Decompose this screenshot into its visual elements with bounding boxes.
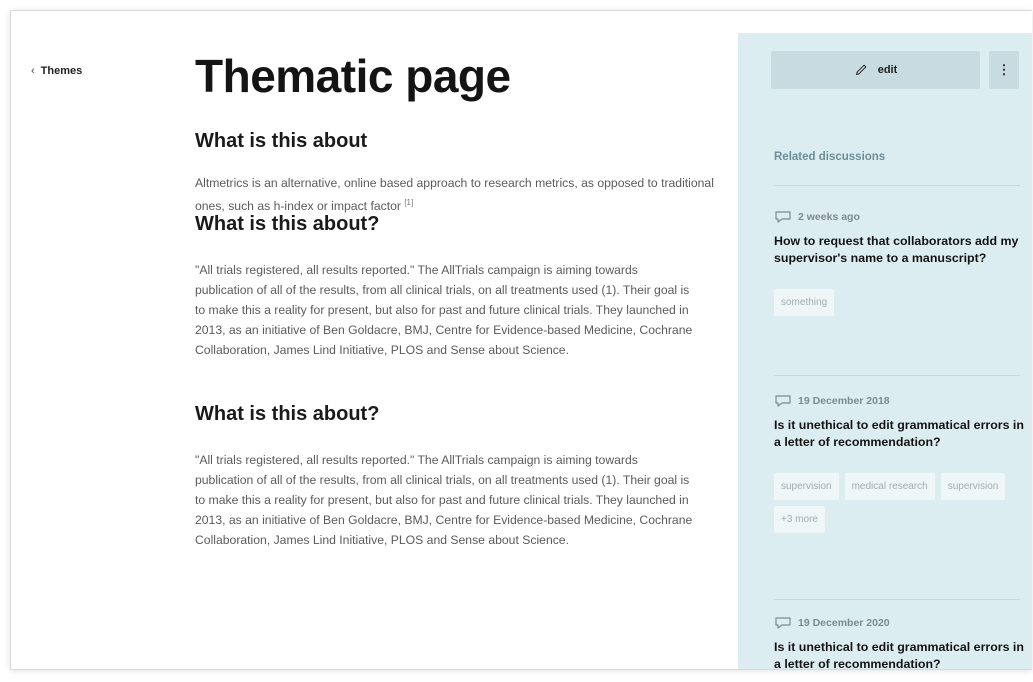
discussion-title-link[interactable]: Is it unethical to edit grammatical erro… [774, 417, 1024, 451]
section-3: What is this about? "All trials register… [195, 402, 715, 550]
back-to-themes-link[interactable]: ‹ Themes [31, 65, 82, 77]
related-discussions-heading: Related discussions [774, 151, 886, 163]
section-body: Altmetrics is an alternative, online bas… [195, 173, 715, 216]
speech-bubble-icon [775, 617, 791, 629]
section-heading: What is this about [195, 130, 368, 152]
discussion-card: 19 December 2020 Is it unethical to edit… [774, 617, 1024, 669]
main-content: Thematic page What is this about Altmetr… [195, 41, 715, 550]
chevron-left-icon: ‹ [31, 65, 35, 77]
discussion-meta: 19 December 2018 [774, 395, 1024, 407]
pencil-icon [855, 64, 867, 75]
sidebar: edit ⋮ Related discussions 2 weeks ago H… [738, 33, 1032, 669]
tag-list: supervision medical research supervision… [774, 473, 1024, 533]
section-body-text: Altmetrics is an alternative, online bas… [195, 176, 714, 214]
divider [774, 599, 1020, 600]
page-title: Thematic page [195, 50, 511, 102]
more-tags-button[interactable]: +3 more [774, 506, 825, 533]
edit-button-label: edit [877, 64, 898, 76]
section-2: What is this about? "All trials register… [195, 212, 715, 360]
back-link-label: Themes [40, 65, 83, 77]
discussion-meta: 19 December 2020 [774, 617, 1024, 629]
discussion-card: 19 December 2018 Is it unethical to edit… [774, 395, 1024, 533]
tag[interactable]: supervision [774, 473, 839, 500]
section-1: What is this about Altmetrics is an alte… [195, 129, 715, 216]
kebab-menu-icon: ⋮ [997, 62, 1011, 77]
discussion-date: 19 December 2020 [798, 617, 890, 629]
discussion-title-link[interactable]: Is it unethical to edit grammatical erro… [774, 639, 1024, 669]
speech-bubble-icon [775, 395, 791, 407]
discussion-date: 19 December 2018 [798, 395, 890, 407]
speech-bubble-icon [775, 211, 791, 223]
tag[interactable]: medical research [844, 473, 935, 500]
discussion-meta: 2 weeks ago [774, 211, 1024, 223]
tag[interactable]: supervision [940, 473, 1006, 500]
tag[interactable]: something [774, 289, 835, 316]
section-heading: What is this about? [195, 403, 380, 426]
divider [774, 375, 1020, 376]
discussion-title-link[interactable]: How to request that collaborators add my… [774, 233, 1024, 267]
section-body: "All trials registered, all results repo… [195, 453, 693, 548]
divider [774, 185, 1020, 186]
footnote-reference[interactable]: [1] [404, 198, 413, 207]
discussion-date: 2 weeks ago [798, 211, 860, 223]
discussion-card: 2 weeks ago How to request that collabor… [774, 211, 1024, 316]
edit-button[interactable]: edit [771, 51, 980, 89]
section-heading: What is this about? [195, 213, 380, 236]
more-options-button[interactable]: ⋮ [989, 51, 1019, 89]
tag-list: something [774, 289, 1024, 316]
section-body: "All trials registered, all results repo… [195, 263, 693, 358]
page-frame: ‹ Themes Thematic page What is this abou… [10, 10, 1032, 670]
